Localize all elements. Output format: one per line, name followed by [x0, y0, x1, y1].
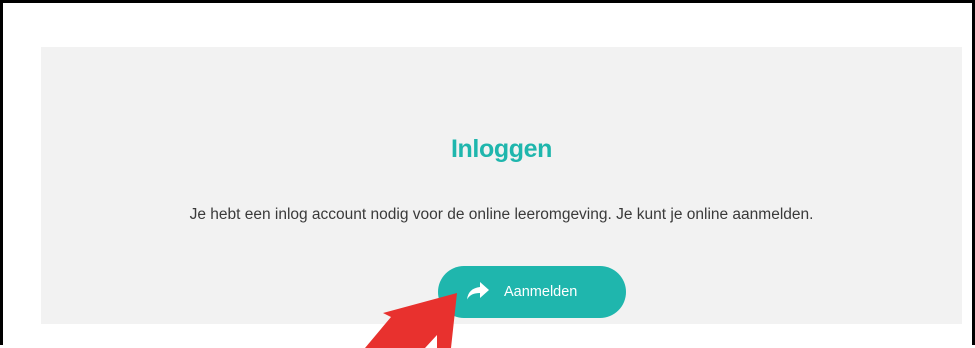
login-description: Je hebt een inlog account nodig voor de …: [189, 206, 814, 223]
login-panel: Inloggen Je hebt een inlog account nodig…: [41, 47, 962, 324]
login-title: Inloggen: [451, 135, 552, 163]
red-arrow-annotation-icon: [365, 293, 457, 348]
screenshot-frame: Inloggen Je hebt een inlog account nodig…: [0, 0, 975, 348]
signup-button-label: Aanmelden: [504, 284, 578, 300]
